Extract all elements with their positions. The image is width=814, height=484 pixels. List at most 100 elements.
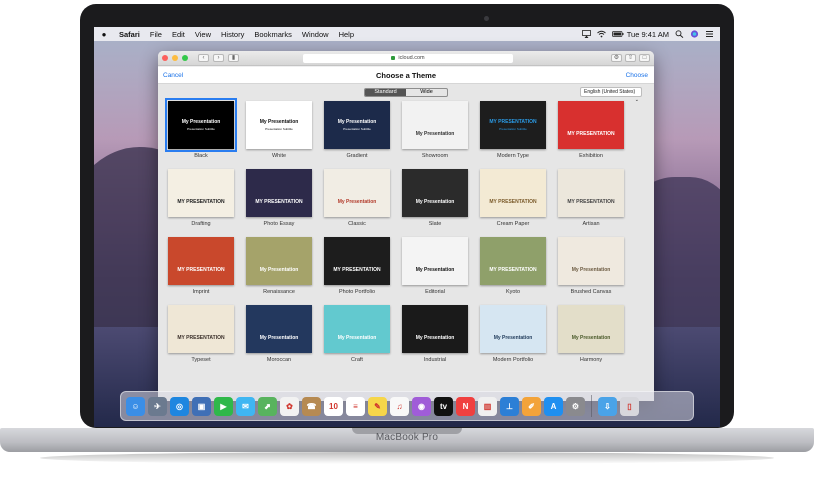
- music-icon[interactable]: ♫: [390, 396, 409, 416]
- theme-thumbnail[interactable]: MY PRESENTATION: [558, 101, 624, 149]
- calendar-icon[interactable]: 10: [324, 396, 343, 416]
- segment-wide[interactable]: Wide: [406, 89, 447, 96]
- theme-tile[interactable]: MY PRESENTATION Drafting: [168, 169, 234, 227]
- sidebar-toggle-icon[interactable]: ▮: [228, 54, 239, 62]
- theme-thumbnail[interactable]: MY PRESENTATION: [168, 169, 234, 217]
- trash-icon[interactable]: ▯: [620, 396, 639, 416]
- search-icon[interactable]: [675, 30, 684, 38]
- app-store-icon[interactable]: A: [544, 396, 563, 416]
- finder-icon[interactable]: ☺: [126, 396, 145, 416]
- reminders-icon[interactable]: ≡: [346, 396, 365, 416]
- theme-tile[interactable]: My Presentation Classic: [324, 169, 390, 227]
- theme-tile[interactable]: MY PRESENTATION Photo Essay: [246, 169, 312, 227]
- theme-thumbnail[interactable]: My Presentation: [246, 305, 312, 353]
- theme-thumbnail[interactable]: My Presentation: [558, 305, 624, 353]
- notification-center-icon[interactable]: [705, 30, 714, 38]
- theme-thumbnail[interactable]: MY PRESENTATION: [480, 169, 546, 217]
- language-select[interactable]: English (United States) ⌄: [580, 87, 642, 103]
- theme-thumbnail[interactable]: My Presentation Presentation Subtitle: [324, 101, 390, 149]
- theme-tile[interactable]: My Presentation Craft: [324, 305, 390, 363]
- menu-item[interactable]: Bookmarks: [249, 30, 297, 39]
- contacts-icon[interactable]: ☎: [302, 396, 321, 416]
- tv-icon[interactable]: tv: [434, 396, 453, 416]
- tabs-overview-icon[interactable]: □: [639, 54, 650, 62]
- news-icon[interactable]: N: [456, 396, 475, 416]
- notes-icon[interactable]: ✎: [368, 396, 387, 416]
- menu-item[interactable]: View: [190, 30, 216, 39]
- close-window-button[interactable]: [162, 55, 168, 61]
- theme-thumbnail[interactable]: My Presentation: [324, 169, 390, 217]
- siri-icon[interactable]: [690, 30, 699, 38]
- messages-icon[interactable]: ✉: [236, 396, 255, 416]
- theme-thumbnail[interactable]: MY PRESENTATION Presentation Subtitle: [480, 101, 546, 149]
- theme-thumbnail[interactable]: MY PRESENTATION: [168, 237, 234, 285]
- segment-standard[interactable]: Standard: [365, 89, 406, 96]
- theme-tile[interactable]: MY PRESENTATION Kyoto: [480, 237, 546, 295]
- menu-clock[interactable]: Tue 9:41 AM: [627, 30, 669, 39]
- theme-thumbnail[interactable]: My Presentation: [402, 169, 468, 217]
- maps-icon[interactable]: ⬈: [258, 396, 277, 416]
- theme-thumbnail[interactable]: My Presentation: [558, 237, 624, 285]
- theme-tile[interactable]: MY PRESENTATION Presentation Subtitle Mode…: [480, 101, 546, 159]
- theme-thumbnail[interactable]: My Presentation: [402, 237, 468, 285]
- photos-icon[interactable]: ✿: [280, 396, 299, 416]
- theme-thumbnail[interactable]: My Presentation Presentation Subtitle: [246, 101, 312, 149]
- theme-thumbnail[interactable]: MY PRESENTATION: [324, 237, 390, 285]
- airplay-icon[interactable]: [581, 30, 591, 38]
- theme-thumbnail[interactable]: My Presentation: [246, 237, 312, 285]
- theme-tile[interactable]: My Presentation Presentation Subtitle Blac…: [165, 98, 237, 159]
- menu-item[interactable]: Help: [334, 30, 359, 39]
- share-icon[interactable]: ⇧: [625, 54, 636, 62]
- theme-thumbnail[interactable]: My Presentation: [480, 305, 546, 353]
- theme-tile[interactable]: My Presentation Editorial: [402, 237, 468, 295]
- theme-tile[interactable]: My Presentation Moroccan: [246, 305, 312, 363]
- keynote-icon[interactable]: ⊥: [500, 396, 519, 416]
- facetime-icon[interactable]: ▶: [214, 396, 233, 416]
- theme-thumbnail[interactable]: My Presentation: [324, 305, 390, 353]
- minimize-window-button[interactable]: [172, 55, 178, 61]
- theme-tile[interactable]: MY PRESENTATION Cream Paper: [480, 169, 546, 227]
- theme-thumbnail[interactable]: My Presentation: [402, 305, 468, 353]
- launchpad-icon[interactable]: ✈: [148, 396, 167, 416]
- forward-button[interactable]: ›: [213, 54, 224, 62]
- back-button[interactable]: ‹: [198, 54, 209, 62]
- theme-tile[interactable]: My Presentation Industrial: [402, 305, 468, 363]
- theme-tile[interactable]: MY PRESENTATION Imprint: [168, 237, 234, 295]
- pages-icon[interactable]: ✐: [522, 396, 541, 416]
- menu-item[interactable]: Window: [297, 30, 334, 39]
- safari-icon[interactable]: ◎: [170, 396, 189, 416]
- numbers-icon[interactable]: ▥: [478, 396, 497, 416]
- battery-icon[interactable]: [611, 30, 624, 38]
- menu-app-name[interactable]: Safari: [114, 30, 145, 39]
- podcasts-icon[interactable]: ◉: [412, 396, 431, 416]
- theme-tile[interactable]: My Presentation Showroom: [402, 101, 468, 159]
- theme-tile[interactable]: My Presentation Presentation Subtitle Whit…: [246, 101, 312, 159]
- theme-thumbnail[interactable]: MY PRESENTATION: [246, 169, 312, 217]
- theme-thumbnail[interactable]: MY PRESENTATION: [558, 169, 624, 217]
- menu-item[interactable]: File: [145, 30, 167, 39]
- choose-button[interactable]: Choose: [626, 72, 648, 79]
- downloads-folder-icon[interactable]: ⇩: [598, 396, 617, 416]
- theme-tile[interactable]: MY PRESENTATION Exhibition: [558, 101, 624, 159]
- theme-thumbnail[interactable]: MY PRESENTATION: [168, 305, 234, 353]
- menu-item[interactable]: History: [216, 30, 249, 39]
- extension-icon[interactable]: ⚙: [611, 54, 622, 62]
- apple-menu-icon[interactable]: ●: [94, 30, 114, 39]
- photo-booth-icon[interactable]: ▣: [192, 396, 211, 416]
- theme-thumbnail[interactable]: My Presentation Presentation Subtitle: [165, 98, 237, 152]
- theme-tile[interactable]: My Presentation Harmony: [558, 305, 624, 363]
- theme-tile[interactable]: My Presentation Modern Portfolio: [480, 305, 546, 363]
- theme-thumbnail[interactable]: MY PRESENTATION: [480, 237, 546, 285]
- address-bar[interactable]: icloud.com: [303, 53, 513, 63]
- theme-thumbnail[interactable]: My Presentation: [402, 101, 468, 149]
- system-preferences-icon[interactable]: ⚙: [566, 396, 585, 416]
- theme-tile[interactable]: My Presentation Brushed Canvas: [558, 237, 624, 295]
- theme-tile[interactable]: My Presentation Presentation Subtitle Grad…: [324, 101, 390, 159]
- theme-tile[interactable]: My Presentation Renaissance: [246, 237, 312, 295]
- theme-tile[interactable]: MY PRESENTATION Artisan: [558, 169, 624, 227]
- theme-tile[interactable]: MY PRESENTATION Typeset: [168, 305, 234, 363]
- zoom-window-button[interactable]: [182, 55, 188, 61]
- wifi-icon[interactable]: [596, 30, 606, 38]
- theme-tile[interactable]: MY PRESENTATION Photo Portfolio: [324, 237, 390, 295]
- menu-item[interactable]: Edit: [167, 30, 190, 39]
